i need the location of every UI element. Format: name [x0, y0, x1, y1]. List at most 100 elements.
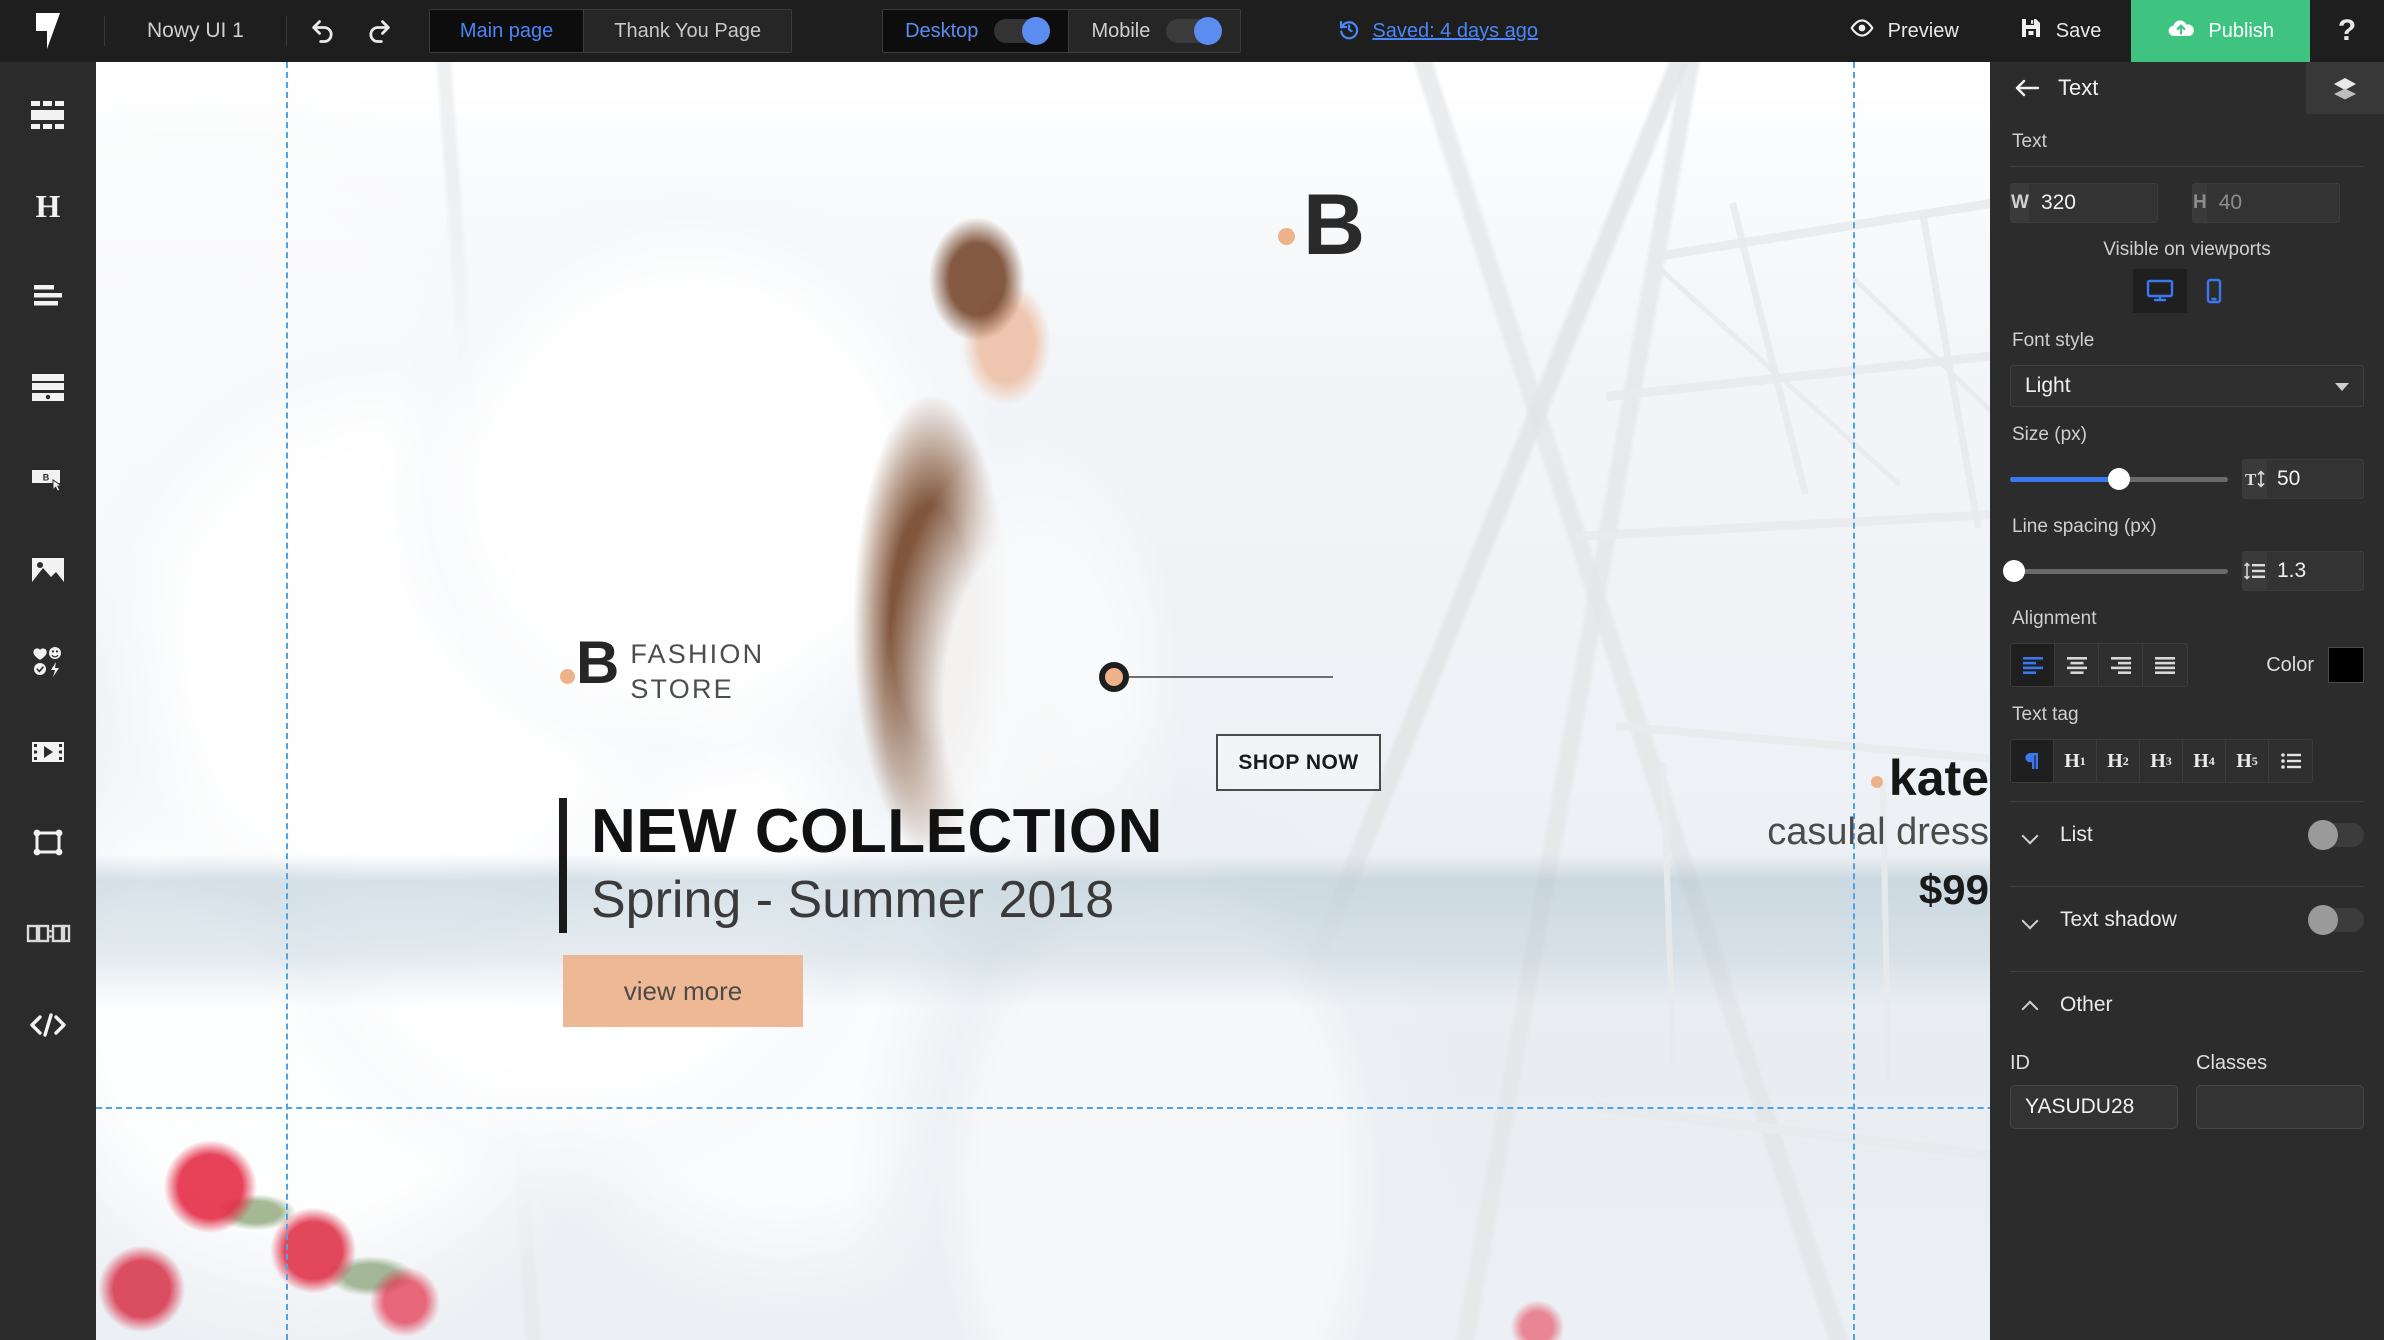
mobile-switch[interactable] [1166, 17, 1223, 45]
countdown-timer-icon [25, 922, 71, 951]
undo-icon[interactable] [295, 0, 351, 62]
h3-tag[interactable]: H3 [2140, 740, 2183, 782]
brand-logo-icon[interactable] [0, 0, 96, 62]
desktop-switch[interactable] [994, 17, 1051, 45]
width-input[interactable] [2028, 184, 2157, 222]
hotspot-line [1126, 676, 1333, 678]
viewport-visibility-group [2010, 269, 2364, 313]
align-justify-icon[interactable] [2143, 644, 2187, 686]
viewport-mobile-toggle[interactable]: Mobile [1068, 10, 1241, 52]
width-field[interactable]: W [2010, 183, 2158, 223]
sidebar-item-text[interactable] [0, 254, 96, 345]
properties-panel: Text Text W H Visible on viewports [1990, 62, 2384, 1340]
font-size-field[interactable]: T [2242, 459, 2364, 499]
product-info-block[interactable]: kate casulal dress $99 [1767, 752, 1989, 914]
accordion-other[interactable]: Other [2010, 972, 2364, 1038]
alignment-row: Color [2010, 643, 2364, 687]
sidebar-item-html[interactable] [0, 982, 96, 1073]
mobile-icon[interactable] [2187, 269, 2241, 313]
save-label: Save [2055, 19, 2102, 42]
list-toggle[interactable] [2308, 820, 2364, 850]
align-right-icon[interactable] [2099, 644, 2143, 686]
color-swatch[interactable] [2328, 647, 2364, 683]
viewport-desktop-toggle[interactable]: Desktop [883, 10, 1069, 52]
sidebar-item-icons[interactable] [0, 618, 96, 709]
accordion-text-shadow-label: Text shadow [2060, 908, 2177, 931]
sidebar-item-form[interactable] [0, 345, 96, 436]
button-icon: B [27, 462, 69, 501]
tab-label: Main page [459, 19, 554, 42]
h2-tag[interactable]: H2 [2097, 740, 2140, 782]
layers-icon[interactable] [2306, 62, 2384, 114]
sidebar-item-shape[interactable] [0, 800, 96, 891]
sidebar-item-blocks[interactable] [0, 72, 96, 163]
line-spacing-slider[interactable] [2003, 560, 2228, 582]
font-size-slider[interactable] [2010, 468, 2228, 490]
accent-dot [1278, 228, 1295, 245]
panel-header: Text [1990, 62, 2384, 114]
tab-main-page[interactable]: Main page [429, 10, 585, 52]
visible-on-viewports-label: Visible on viewports [2103, 239, 2271, 260]
id-column: ID [2010, 1052, 2178, 1129]
h1-sup: 1 [2079, 753, 2086, 768]
blocks-layout-icon [27, 97, 69, 138]
sidebar-item-video[interactable] [0, 709, 96, 800]
sidebar-item-heading[interactable]: H [0, 163, 96, 254]
viewport-desktop-label: Desktop [905, 19, 979, 42]
desktop-icon[interactable] [2133, 269, 2187, 313]
form-icon [27, 371, 69, 410]
svg-text:H: H [36, 188, 61, 224]
alignment-label: Alignment [2012, 608, 2097, 629]
font-size-input[interactable] [2267, 460, 2363, 498]
h1-tag[interactable]: H1 [2054, 740, 2097, 782]
hotspot-marker[interactable] [1099, 662, 1129, 692]
publish-button[interactable]: Publish [2131, 0, 2310, 62]
font-style-select[interactable]: Light [2010, 365, 2364, 407]
height-input[interactable] [2206, 184, 2339, 222]
html-code-icon [27, 1011, 69, 1044]
text-shadow-toggle[interactable] [2308, 905, 2364, 935]
floppy-disk-icon [2019, 16, 2043, 46]
id-label: ID [2010, 1052, 2030, 1074]
h4-tag[interactable]: H4 [2183, 740, 2226, 782]
arrow-left-icon[interactable] [2012, 73, 2042, 103]
divider [104, 16, 105, 46]
font-style-label: Font style [2012, 330, 2095, 351]
svg-text:T: T [2245, 470, 2257, 489]
line-spacing-field[interactable] [2242, 551, 2364, 591]
id-input[interactable] [2010, 1085, 2178, 1129]
sidebar-item-timer[interactable] [0, 891, 96, 982]
shop-now-button[interactable]: SHOP NOW [1216, 734, 1381, 791]
chevron-up-icon [2024, 998, 2038, 1012]
sidebar-item-image[interactable] [0, 527, 96, 618]
h5-tag[interactable]: H5 [2226, 740, 2269, 782]
preview-button[interactable]: Preview [1819, 0, 1989, 62]
save-button[interactable]: Save [1989, 0, 2132, 62]
redo-icon[interactable] [351, 0, 407, 62]
accordion-text-shadow[interactable]: Text shadow [2010, 887, 2364, 953]
font-style-value: Light [2025, 374, 2071, 397]
brand-lockup[interactable]: B FASHION STORE [560, 633, 764, 707]
paragraph-icon[interactable] [2011, 740, 2054, 782]
hero-headline-block[interactable]: NEW COLLECTION Spring - Summer 2018 [559, 797, 1163, 934]
h4-label: H [2193, 749, 2209, 772]
align-left-icon[interactable] [2011, 644, 2055, 686]
accordion-list[interactable]: List [2010, 802, 2364, 868]
product-name: kate [1888, 750, 1989, 806]
saved-timestamp: Saved: 4 days ago [1372, 19, 1539, 42]
product-description: casulal dress [1767, 810, 1989, 853]
align-center-icon[interactable] [2055, 644, 2099, 686]
height-field[interactable]: H [2192, 183, 2340, 223]
line-spacing-row [2003, 551, 2364, 591]
tab-thank-you-page[interactable]: Thank You Page [584, 10, 792, 52]
view-more-button[interactable]: view more [563, 955, 803, 1027]
accordion-other-label: Other [2060, 993, 2113, 1016]
sidebar-item-button[interactable]: B [0, 436, 96, 527]
help-button[interactable]: ? [2310, 0, 2384, 62]
chevron-down-icon [2024, 913, 2038, 927]
list-tag-icon[interactable] [2269, 740, 2312, 782]
hero-logo-letter[interactable]: B [1278, 182, 1365, 268]
classes-input[interactable] [2196, 1085, 2364, 1129]
save-history-link[interactable]: Saved: 4 days ago [1337, 17, 1538, 46]
line-spacing-input[interactable] [2267, 552, 2363, 590]
